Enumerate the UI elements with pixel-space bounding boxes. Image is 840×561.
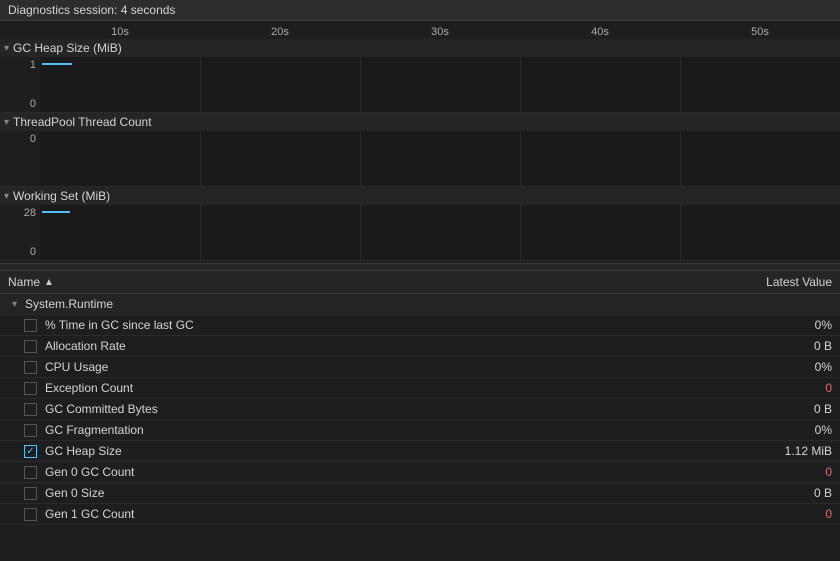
row-checkbox[interactable] (24, 508, 37, 521)
table-rows-container: % Time in GC since last GC0%Allocation R… (0, 315, 840, 525)
gc-heap-section: ▾ GC Heap Size (MiB) 1 0 (0, 39, 840, 113)
row-checkbox[interactable] (24, 466, 37, 479)
row-name: GC Fragmentation (45, 423, 732, 437)
diagnostics-label: Diagnostics session: 4 seconds (8, 3, 175, 17)
row-value: 0 B (732, 486, 832, 500)
working-set-header[interactable]: ▾ Working Set (MiB) (0, 187, 840, 205)
row-name: Allocation Rate (45, 339, 732, 353)
table-row[interactable]: % Time in GC since last GC0% (0, 315, 840, 336)
row-name: GC Heap Size (45, 444, 732, 458)
row-value: 1.12 MiB (732, 444, 832, 458)
threadpool-collapse-icon: ▾ (4, 117, 9, 128)
gc-heap-collapse-icon: ▾ (4, 43, 9, 54)
working-set-section: ▾ Working Set (MiB) 28 0 (0, 187, 840, 261)
working-set-canvas (40, 205, 840, 260)
threadpool-header[interactable]: ▾ ThreadPool Thread Count (0, 113, 840, 131)
row-checkbox[interactable] (24, 382, 37, 395)
table-row[interactable]: GC Heap Size1.12 MiB (0, 441, 840, 462)
row-value: 0% (732, 360, 832, 374)
row-name: Gen 0 GC Count (45, 465, 732, 479)
row-value: 0% (732, 423, 832, 437)
row-value: 0% (732, 318, 832, 332)
gc-heap-y-axis: 1 0 (0, 57, 40, 112)
col-name-label: Name (8, 275, 40, 289)
metrics-table: Name ▲ Latest Value ▾ System.Runtime % T… (0, 271, 840, 561)
row-checkbox[interactable] (24, 487, 37, 500)
time-label-50s: 50s (680, 23, 840, 39)
row-value: 0 (732, 465, 832, 479)
threadpool-y-axis: 0 (0, 131, 40, 186)
row-checkbox[interactable] (24, 319, 37, 332)
gc-heap-header[interactable]: ▾ GC Heap Size (MiB) (0, 39, 840, 57)
threadpool-body: 0 (0, 131, 840, 186)
table-row[interactable]: Gen 0 Size0 B (0, 483, 840, 504)
row-checkbox[interactable] (24, 445, 37, 458)
time-label-40s: 40s (520, 23, 680, 39)
gc-heap-title: GC Heap Size (MiB) (13, 41, 122, 55)
col-value-label: Latest Value (766, 275, 832, 289)
time-label-30s: 30s (360, 23, 520, 39)
row-name: % Time in GC since last GC (45, 318, 732, 332)
gc-heap-y-max: 1 (4, 59, 36, 71)
working-set-y-max: 28 (4, 207, 36, 219)
row-checkbox[interactable] (24, 340, 37, 353)
row-value: 0 (732, 381, 832, 395)
row-checkbox[interactable] (24, 403, 37, 416)
table-row[interactable]: Gen 1 GC Count0 (0, 504, 840, 525)
table-row[interactable]: Exception Count0 (0, 378, 840, 399)
row-value: 0 (732, 507, 832, 521)
working-set-title: Working Set (MiB) (13, 189, 110, 203)
working-set-body: 28 0 (0, 205, 840, 260)
col-name-header[interactable]: Name ▲ (8, 275, 732, 289)
gc-heap-y-min: 0 (4, 98, 36, 110)
row-name: Exception Count (45, 381, 732, 395)
group-collapse-icon: ▾ (12, 299, 17, 310)
col-value-header: Latest Value (732, 275, 832, 289)
time-label-20s: 20s (200, 23, 360, 39)
gc-heap-body: 1 0 (0, 57, 840, 112)
threadpool-canvas (40, 131, 840, 186)
group-label: System.Runtime (25, 297, 113, 311)
row-name: GC Committed Bytes (45, 402, 732, 416)
row-value: 0 B (732, 339, 832, 353)
working-set-y-axis: 28 0 (0, 205, 40, 260)
row-name: CPU Usage (45, 360, 732, 374)
row-name: Gen 0 Size (45, 486, 732, 500)
table-row[interactable]: Gen 0 GC Count0 (0, 462, 840, 483)
row-checkbox[interactable] (24, 361, 37, 374)
chart-area: 10s 20s 30s 40s 50s ▾ GC Heap Size (MiB)… (0, 21, 840, 263)
section-divider (0, 263, 840, 271)
group-row-system-runtime[interactable]: ▾ System.Runtime (0, 294, 840, 315)
working-set-y-min: 0 (4, 246, 36, 258)
row-checkbox[interactable] (24, 424, 37, 437)
threadpool-section: ▾ ThreadPool Thread Count 0 (0, 113, 840, 187)
threadpool-title: ThreadPool Thread Count (13, 115, 152, 129)
diagnostics-bar: Diagnostics session: 4 seconds (0, 0, 840, 21)
table-row[interactable]: GC Committed Bytes0 B (0, 399, 840, 420)
sort-arrow-icon: ▲ (44, 277, 54, 288)
gc-heap-canvas (40, 57, 840, 112)
table-header: Name ▲ Latest Value (0, 271, 840, 294)
table-row[interactable]: Allocation Rate0 B (0, 336, 840, 357)
row-name: Gen 1 GC Count (45, 507, 732, 521)
working-set-collapse-icon: ▾ (4, 191, 9, 202)
time-label-10s: 10s (40, 23, 200, 39)
table-row[interactable]: CPU Usage0% (0, 357, 840, 378)
table-row[interactable]: GC Fragmentation0% (0, 420, 840, 441)
threadpool-y-max: 0 (4, 133, 36, 145)
row-value: 0 B (732, 402, 832, 416)
